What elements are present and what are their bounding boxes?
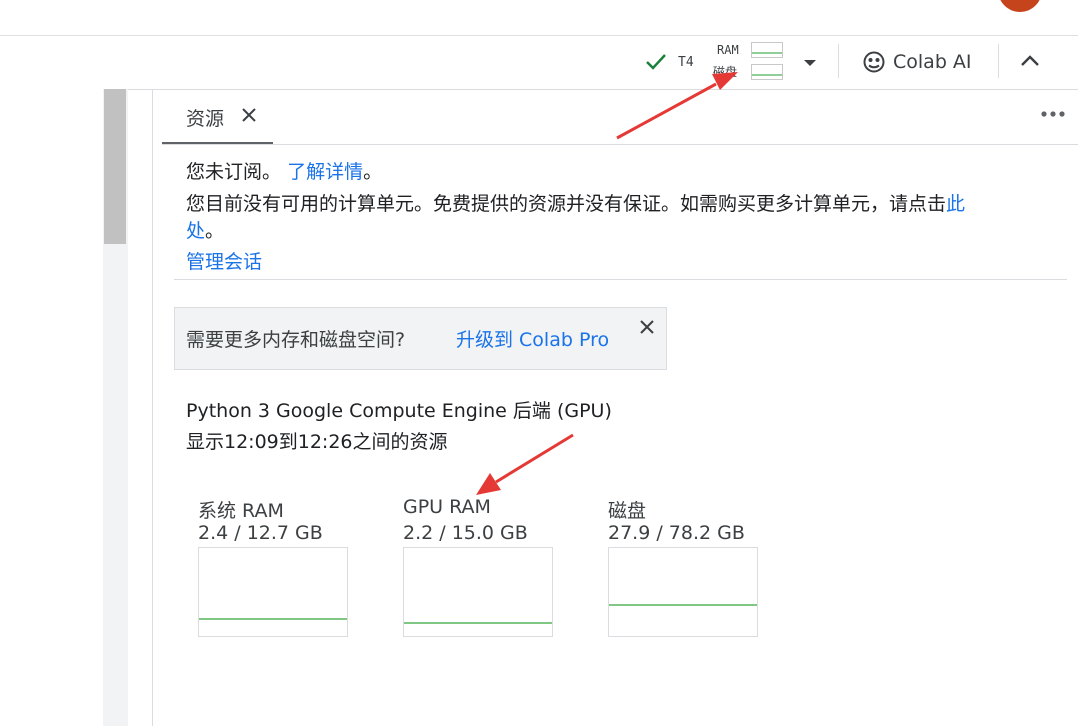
check-icon: [646, 54, 666, 70]
colab-ai-label: Colab AI: [893, 51, 972, 73]
subscription-status: 您未订阅。 了解详情。: [186, 157, 382, 184]
compute-units-text: 您目前没有可用的计算单元。免费提供的资源并没有保证。如需购买更多计算单元，请点击…: [186, 189, 965, 216]
disk-usage-line: [609, 604, 757, 606]
gpu-ram-value: 2.2 / 15.0 GB: [403, 522, 528, 544]
toolbar-separator: [998, 44, 999, 78]
toolbar-separator: [838, 44, 839, 78]
disk-chart: [608, 547, 758, 637]
disk-title: 磁盘: [608, 500, 647, 522]
buy-units-link[interactable]: 此: [946, 193, 965, 215]
learn-more-link[interactable]: 了解详情: [287, 161, 363, 183]
system-ram-usage-line: [199, 618, 347, 620]
compute-units-text-cont: 处。: [186, 216, 224, 243]
ram-mini-label: RAM: [717, 43, 739, 57]
system-ram-title: 系统 RAM: [198, 500, 284, 522]
compute-units-message: 您目前没有可用的计算单元。免费提供的资源并没有保证。如需购买更多计算单元，请点击: [186, 193, 947, 215]
gpu-ram-chart: [403, 547, 553, 637]
disk-mini-label: 磁盘: [713, 65, 738, 79]
more-options-icon[interactable]: [1040, 108, 1066, 120]
ram-mini-chart[interactable]: [751, 42, 783, 58]
runtime-accelerator-label[interactable]: T4: [678, 55, 694, 70]
system-ram-chart: [198, 547, 348, 637]
learn-more-suffix: 。: [363, 161, 383, 183]
backend-info: Python 3 Google Compute Engine 后端 (GPU): [186, 400, 612, 422]
disk-value: 27.9 / 78.2 GB: [608, 522, 745, 544]
disk-mini-chart[interactable]: [751, 64, 783, 80]
section-divider: [174, 279, 1067, 280]
top-strip: [0, 0, 1078, 36]
manage-sessions-link[interactable]: 管理会话: [186, 247, 262, 274]
runtime-dropdown-icon[interactable]: [800, 56, 820, 70]
gpu-ram-usage-line: [404, 622, 552, 624]
compute-units-suffix: 。: [205, 220, 225, 242]
colab-ai-button[interactable]: Colab AI: [862, 48, 972, 76]
subscription-text: 您未订阅。: [186, 161, 282, 183]
chevron-up-icon[interactable]: [1019, 52, 1041, 70]
notebook-area: [0, 89, 103, 726]
tab-resources-label[interactable]: 资源: [186, 104, 224, 131]
close-icon[interactable]: [638, 318, 656, 336]
buy-units-link-cont[interactable]: 处: [186, 220, 205, 242]
gpu-ram-title: GPU RAM: [403, 496, 491, 518]
annotation-arrow: [476, 433, 574, 495]
disk-mini-line: [752, 74, 782, 76]
upgrade-prompt: 需要更多内存和磁盘空间?: [186, 329, 406, 351]
panel-divider: [152, 89, 153, 726]
system-ram-value: 2.4 / 12.7 GB: [198, 522, 323, 544]
upgrade-colab-pro-link[interactable]: 升级到 Colab Pro: [456, 325, 609, 352]
tab-bar-divider: [162, 144, 1078, 145]
scrollbar-thumb[interactable]: [104, 89, 126, 244]
colab-ai-icon: [863, 51, 885, 73]
time-range: 显示12:09到12:26之间的资源: [186, 431, 448, 453]
ram-mini-line: [752, 52, 782, 54]
close-icon[interactable]: [240, 106, 258, 124]
